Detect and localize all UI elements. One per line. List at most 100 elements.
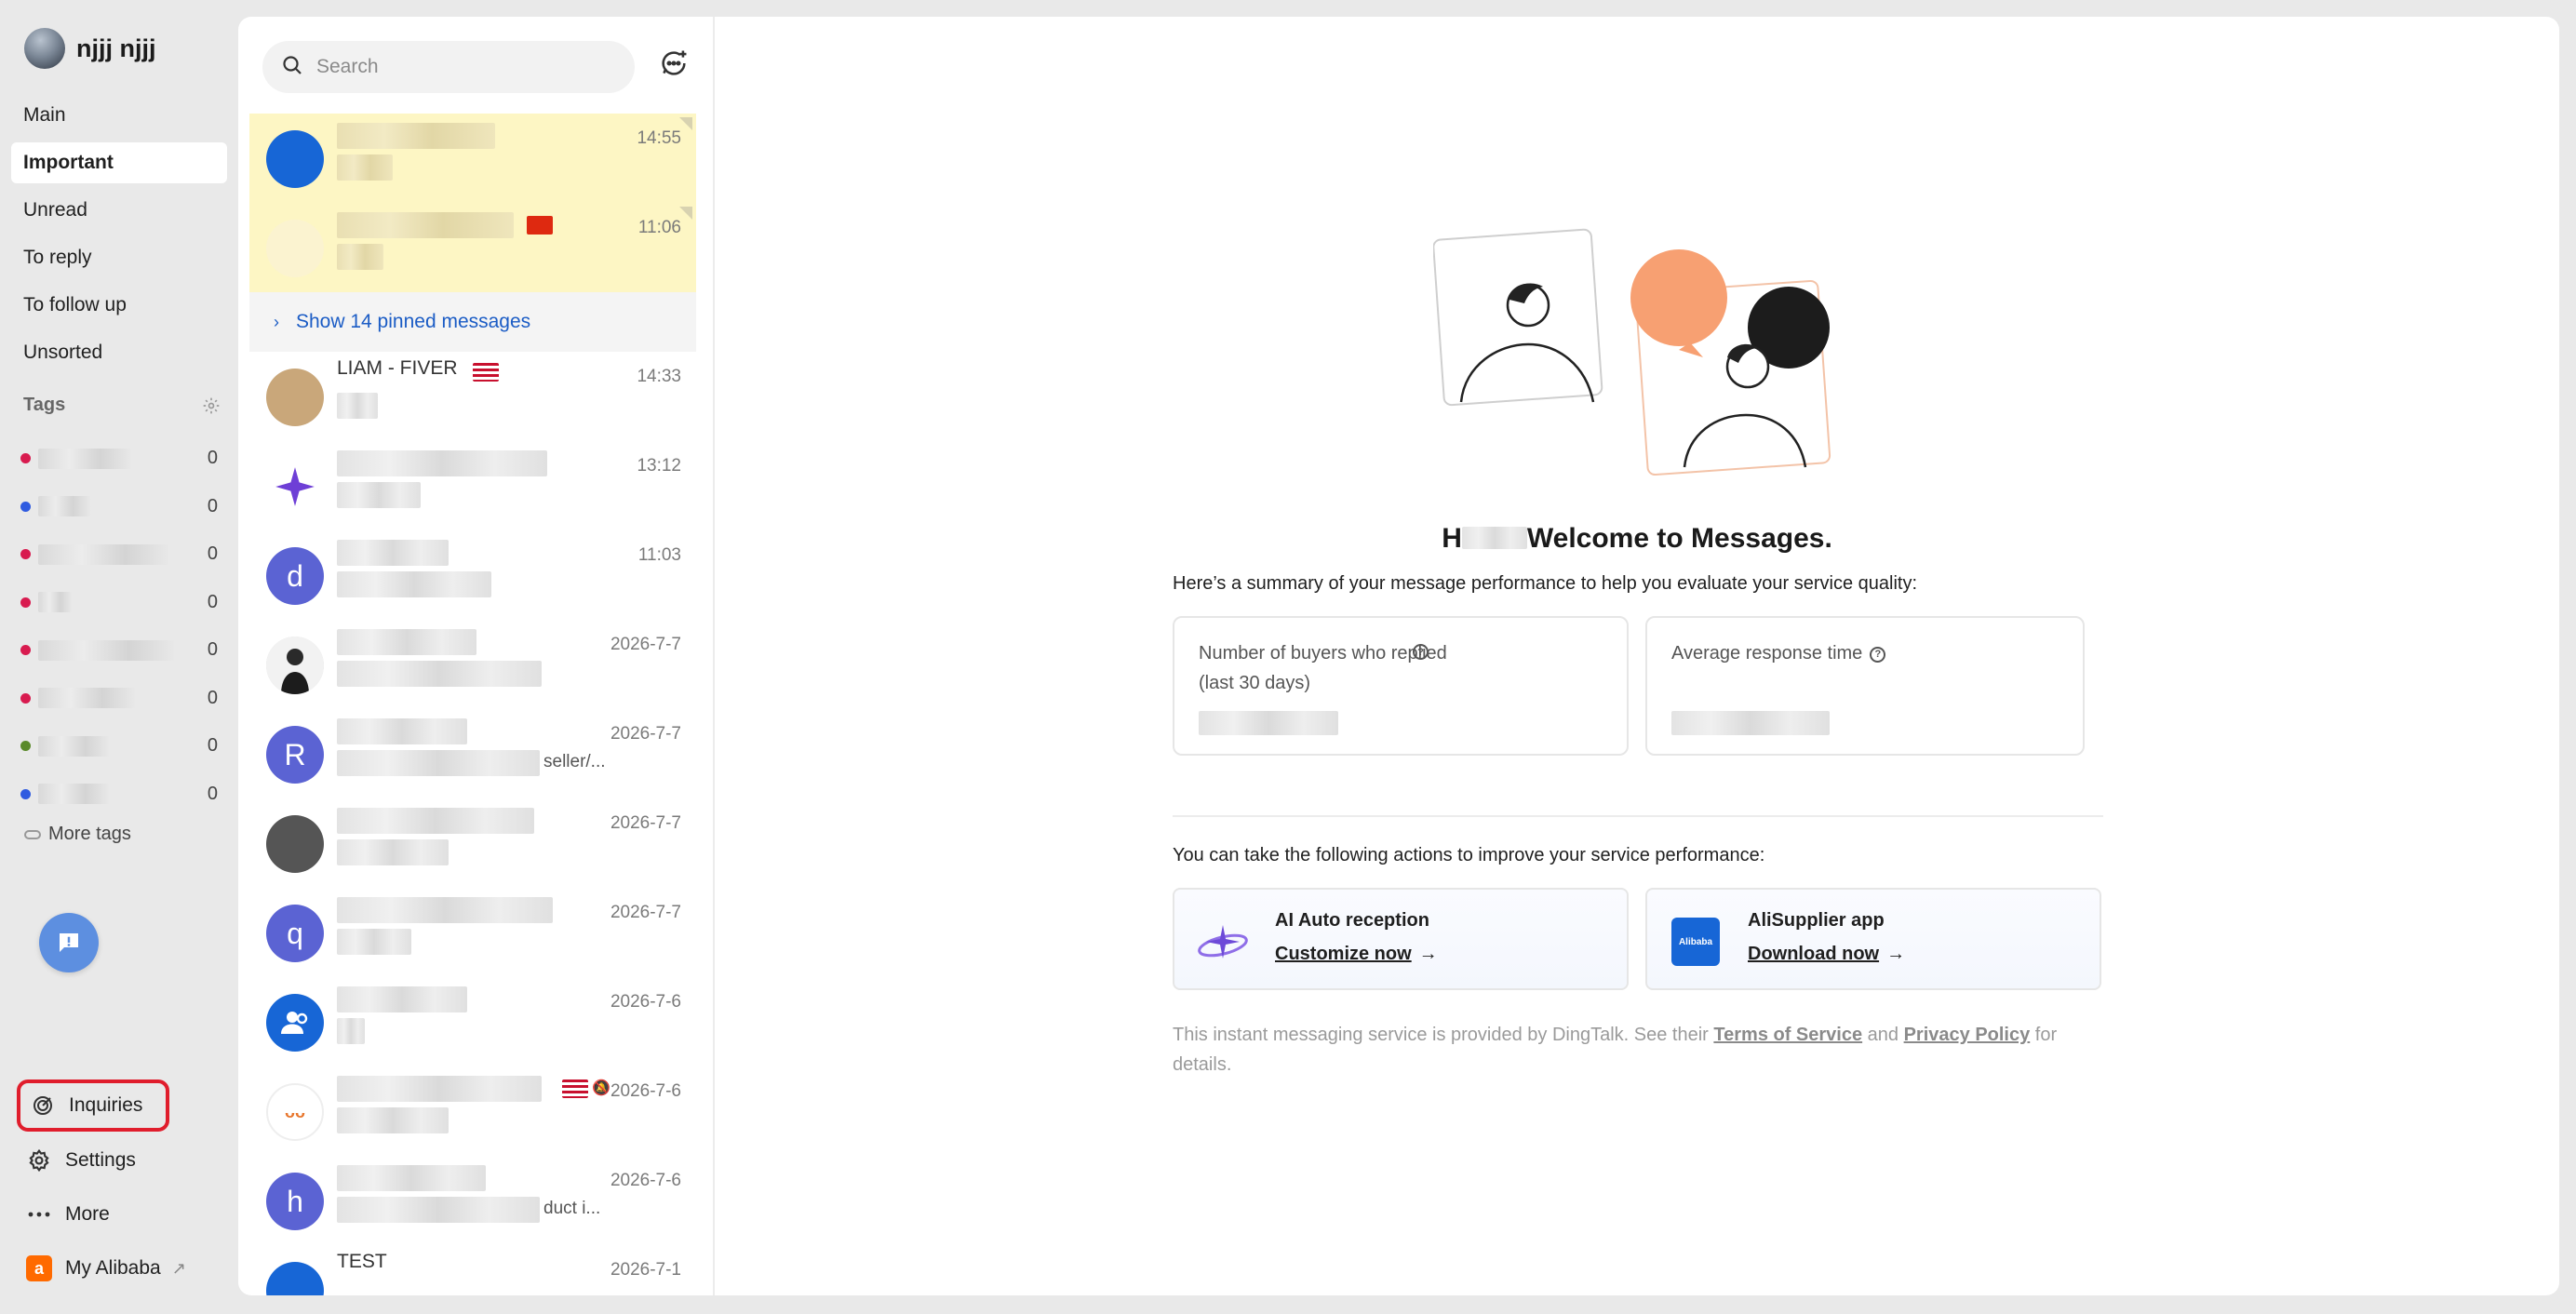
conversation-list-column: 14:55 11:06 › Show 14 pinned messages LI… xyxy=(238,17,715,1295)
sparkle-icon xyxy=(275,467,315,506)
average-response-label: Average response time xyxy=(1671,643,1863,664)
avatar xyxy=(266,220,324,277)
avatar xyxy=(266,130,324,188)
nav-item-unread[interactable]: Unread xyxy=(11,190,227,231)
profile[interactable]: njjj njjj xyxy=(24,28,156,69)
message-preview-redacted xyxy=(337,661,542,687)
avatar xyxy=(266,1262,324,1295)
conversation-item[interactable]: 2026-7-6 xyxy=(249,977,696,1066)
messages-illustration xyxy=(1433,228,1831,476)
conversation-item[interactable]: 13:12 xyxy=(249,441,696,530)
conversation-item[interactable]: TEST 2026-7-1 xyxy=(249,1245,696,1295)
conversation-item[interactable]: 2026-7-7 xyxy=(249,620,696,709)
tag-color-dot xyxy=(20,788,31,799)
feedback-icon xyxy=(60,933,78,952)
tag-count: 0 xyxy=(207,735,218,757)
tag-color-dot xyxy=(20,453,31,464)
tag-item[interactable]: 0 xyxy=(20,435,218,483)
tag-item[interactable]: 0 xyxy=(20,626,218,675)
search-input[interactable] xyxy=(316,56,614,78)
folder-list: Main Important Unread To reply To follow… xyxy=(11,95,227,380)
service-footer-note: This instant messaging service is provid… xyxy=(1173,1020,2113,1079)
tag-color-dot xyxy=(20,645,31,656)
help-icon[interactable]: ? xyxy=(1413,644,1429,660)
conversation-item[interactable]: ᴗᴗ 🔕 2026-7-6 xyxy=(249,1066,696,1156)
nav-item-important[interactable]: Important xyxy=(11,142,227,183)
show-pinned-label: Show 14 pinned messages xyxy=(296,311,531,332)
contact-name-redacted xyxy=(337,897,553,923)
customize-now-link[interactable]: Customize now → xyxy=(1275,944,1438,965)
tag-settings-gear-icon[interactable] xyxy=(202,396,221,415)
external-link-icon: ↗ xyxy=(171,1258,186,1278)
tag-label-redacted xyxy=(38,688,135,709)
tag-item[interactable]: 0 xyxy=(20,530,218,579)
conversation-time: 14:55 xyxy=(637,128,681,148)
buyers-replied-card: Number of buyers who replied (last 30 da… xyxy=(1173,616,1629,756)
help-icon[interactable]: ? xyxy=(1870,646,1886,663)
contact-name-redacted xyxy=(337,450,547,476)
tag-label-redacted xyxy=(38,639,174,661)
show-pinned-toggle[interactable]: › Show 14 pinned messages xyxy=(249,292,696,352)
inquiries-button[interactable]: Inquiries xyxy=(17,1079,169,1132)
contact-name-redacted xyxy=(337,718,467,744)
user-name-redacted xyxy=(1461,527,1527,549)
arrow-right-icon: → xyxy=(1886,944,1906,964)
message-preview-redacted xyxy=(337,839,449,865)
tag-label-redacted xyxy=(38,496,90,517)
conversation-item[interactable]: q 2026-7-7 xyxy=(249,888,696,977)
conversation-item[interactable]: LIAM - FIVER 14:33 xyxy=(249,352,696,441)
avatar[interactable] xyxy=(24,28,65,69)
ai-auto-reception-card[interactable]: AI Auto reception Customize now → xyxy=(1173,888,1629,990)
avatar: d xyxy=(266,547,324,605)
alisupplier-app-card[interactable]: Alibaba AliSupplier app Download now → xyxy=(1645,888,2101,990)
pinned-conversation[interactable]: 14:55 xyxy=(249,114,696,203)
left-navigation: njjj njjj Main Important Unread To reply… xyxy=(0,0,238,1314)
tag-color-dot xyxy=(20,501,31,512)
message-preview-redacted xyxy=(337,929,411,955)
tag-item[interactable]: 0 xyxy=(20,579,218,627)
download-now-link[interactable]: Download now → xyxy=(1748,944,1905,965)
more-button[interactable]: More xyxy=(17,1187,231,1241)
conversation-time: 11:03 xyxy=(637,545,681,565)
conversation-item[interactable]: h duct i... 2026-7-6 xyxy=(249,1156,696,1245)
tag-item[interactable]: 0 xyxy=(20,771,218,819)
nav-item-to-follow-up[interactable]: To follow up xyxy=(11,285,227,326)
tag-list: 0 0 0 0 0 0 0 0 xyxy=(20,435,218,818)
message-preview-redacted xyxy=(337,154,393,181)
more-tags-link[interactable]: More tags xyxy=(24,824,131,845)
new-chat-button[interactable] xyxy=(655,45,692,82)
nav-item-main[interactable]: Main xyxy=(11,95,227,136)
tag-item[interactable]: 0 xyxy=(20,483,218,531)
pinned-conversation[interactable]: 11:06 xyxy=(249,203,696,292)
search-box[interactable] xyxy=(262,41,635,93)
contact-name: LIAM - FIVER xyxy=(337,357,458,379)
pin-corner-icon xyxy=(679,207,692,220)
chevron-right-icon: › xyxy=(274,312,279,331)
feedback-button[interactable] xyxy=(39,913,99,972)
footer-prefix: This instant messaging service is provid… xyxy=(1173,1025,1714,1045)
privacy-policy-link[interactable]: Privacy Policy xyxy=(1904,1025,2031,1045)
tag-color-dot xyxy=(20,741,31,752)
terms-of-service-link[interactable]: Terms of Service xyxy=(1713,1025,1862,1045)
nav-item-to-reply[interactable]: To reply xyxy=(11,237,227,278)
welcome-title-suffix: Welcome to Messages. xyxy=(1526,523,1832,554)
my-alibaba-link[interactable]: a My Alibaba ↗ xyxy=(17,1241,231,1295)
tag-item[interactable]: 0 xyxy=(20,722,218,771)
avatar xyxy=(266,994,324,1052)
nav-item-unsorted[interactable]: Unsorted xyxy=(11,332,227,373)
conversation-item[interactable]: R seller/... 2026-7-7 xyxy=(249,709,696,798)
download-now-label: Download now xyxy=(1748,944,1880,964)
conversation-item[interactable]: 2026-7-7 xyxy=(249,798,696,888)
conversation-item[interactable]: d 11:03 xyxy=(249,530,696,620)
contact-name-redacted xyxy=(337,540,449,566)
tag-count: 0 xyxy=(207,543,218,565)
tags-header: Tags xyxy=(23,395,221,416)
avatar xyxy=(266,815,324,873)
settings-label: Settings xyxy=(65,1149,136,1171)
conversation-time: 2026-7-7 xyxy=(610,813,681,833)
tag-item[interactable]: 0 xyxy=(20,675,218,723)
contact-name-redacted xyxy=(337,808,534,834)
conversation-time: 13:12 xyxy=(637,456,681,476)
conversation-time: 2026-7-7 xyxy=(610,635,681,654)
settings-button[interactable]: Settings xyxy=(17,1133,231,1187)
